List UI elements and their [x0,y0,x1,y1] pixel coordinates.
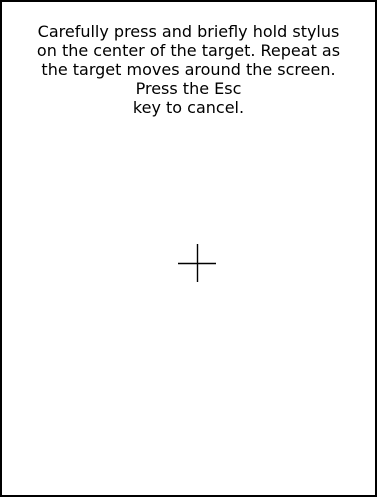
calibration-instructions: Carefully press and briefly hold stylus … [2,22,375,117]
crosshair-icon [178,244,216,282]
calibration-screen: Carefully press and briefly hold stylus … [0,0,377,497]
calibration-target[interactable] [176,242,218,284]
instruction-line-3: the target moves around the screen. [41,60,336,79]
instruction-line-1: Carefully press and briefly hold stylus [37,22,340,41]
instruction-line-4: Press the Esc [135,79,242,98]
instruction-line-5: key to cancel. [132,98,245,117]
instruction-line-2: on the center of the target. Repeat as [36,41,341,60]
